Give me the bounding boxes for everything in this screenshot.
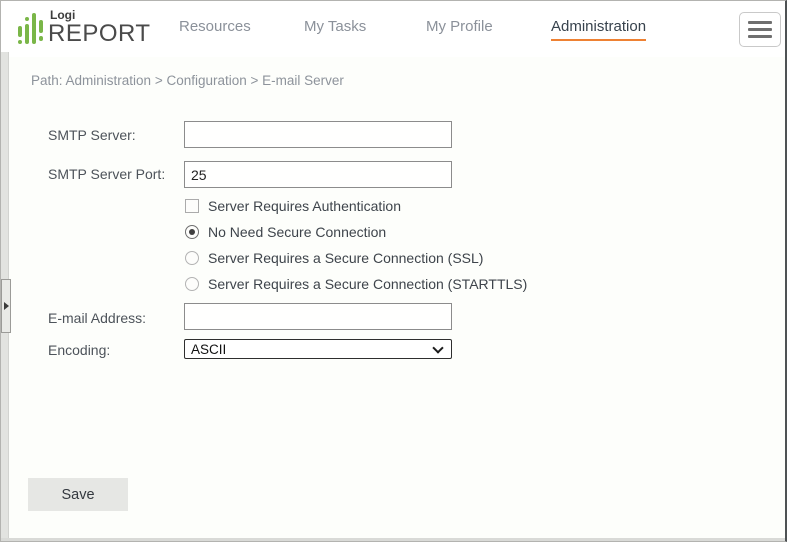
chevron-down-icon [432, 342, 444, 354]
smtp-server-label: SMTP Server: [48, 127, 136, 143]
nav-my-tasks[interactable]: My Tasks [304, 18, 366, 39]
nav-resources[interactable]: Resources [179, 18, 251, 39]
secure-connection-starttls-option[interactable]: Server Requires a Secure Connection (STA… [185, 276, 527, 292]
nav-administration[interactable]: Administration [551, 18, 647, 41]
app-window: Logi REPORT Resources My Tasks My Profil… [0, 0, 787, 542]
hamburger-menu-button[interactable] [739, 12, 781, 47]
no-secure-connection-option[interactable]: No Need Secure Connection [185, 224, 386, 240]
logo[interactable]: Logi REPORT [18, 9, 151, 46]
no-secure-connection-label: No Need Secure Connection [208, 224, 387, 240]
authentication-checkbox[interactable] [185, 199, 199, 213]
header: Logi REPORT Resources My Tasks My Profil… [1, 1, 785, 57]
encoding-select[interactable]: ASCII [184, 339, 452, 359]
encoding-selected-value: ASCII [191, 342, 227, 357]
logo-text: Logi REPORT [48, 9, 151, 46]
save-button[interactable]: Save [28, 478, 128, 511]
smtp-server-port-label: SMTP Server Port: [48, 166, 166, 182]
panel-expander-handle[interactable] [1, 279, 11, 333]
secure-connection-ssl-radio[interactable] [185, 251, 199, 265]
bottom-scrollbar-track [1, 538, 785, 541]
no-secure-connection-radio[interactable] [185, 225, 199, 239]
secure-connection-ssl-label: Server Requires a Secure Connection (SSL… [208, 250, 484, 266]
expand-arrow-icon [3, 302, 9, 310]
encoding-label: Encoding: [48, 342, 111, 358]
secure-connection-ssl-option[interactable]: Server Requires a Secure Connection (SSL… [185, 250, 483, 266]
secure-connection-starttls-label: Server Requires a Secure Connection (STA… [208, 276, 528, 292]
hamburger-icon [748, 21, 772, 24]
secure-connection-starttls-radio[interactable] [185, 277, 199, 291]
email-address-label: E-mail Address: [48, 310, 147, 326]
authentication-checkbox-label: Server Requires Authentication [208, 198, 401, 214]
logo-bars-icon [18, 13, 43, 44]
server-requires-authentication-option[interactable]: Server Requires Authentication [185, 198, 401, 214]
email-address-input[interactable] [184, 303, 452, 330]
smtp-server-port-input[interactable] [184, 161, 452, 188]
smtp-server-input[interactable] [184, 121, 452, 148]
logo-bottom-text: REPORT [48, 20, 151, 47]
breadcrumb: Path: Administration > Configuration > E… [31, 73, 344, 88]
nav-my-profile[interactable]: My Profile [426, 18, 493, 39]
